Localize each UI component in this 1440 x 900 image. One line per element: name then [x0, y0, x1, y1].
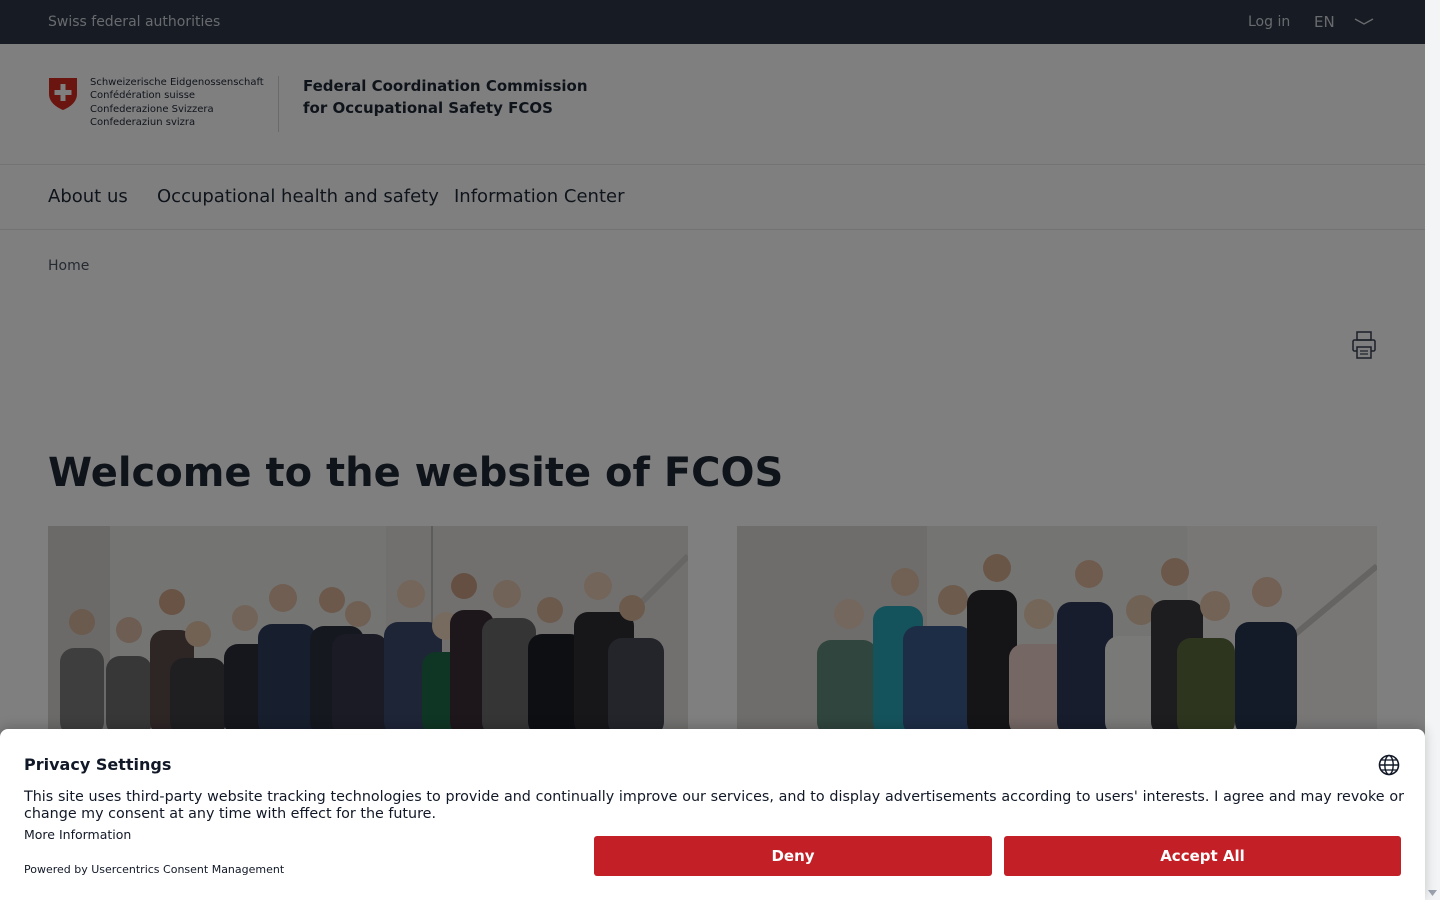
scrollbar[interactable]: [1425, 0, 1440, 900]
privacy-description: This site uses third-party website track…: [24, 789, 1404, 822]
powered-by-text[interactable]: Powered by Usercentrics Consent Manageme…: [24, 863, 284, 876]
privacy-settings-banner: Privacy Settings This site uses third-pa…: [0, 729, 1425, 900]
globe-icon[interactable]: [1378, 754, 1400, 776]
more-information-link[interactable]: More Information: [24, 827, 131, 842]
deny-button[interactable]: Deny: [594, 836, 992, 876]
scroll-down-icon[interactable]: [1428, 890, 1437, 896]
accept-all-button[interactable]: Accept All: [1004, 836, 1401, 876]
privacy-settings-title: Privacy Settings: [24, 755, 172, 774]
